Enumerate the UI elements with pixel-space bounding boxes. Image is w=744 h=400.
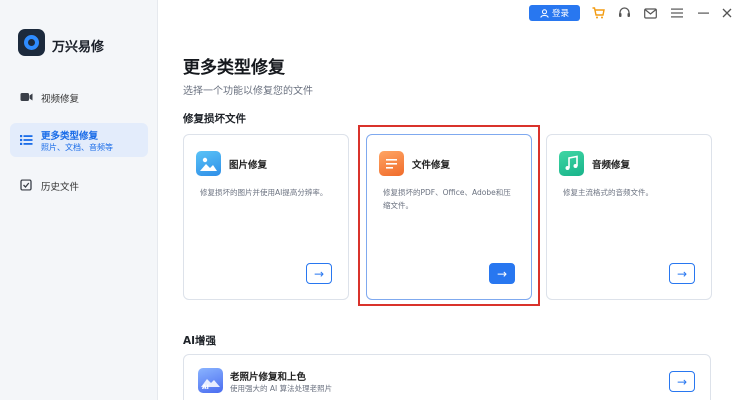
login-label: 登录 bbox=[551, 9, 569, 19]
image-icon bbox=[196, 151, 221, 176]
headset-icon[interactable] bbox=[617, 6, 631, 20]
video-camera-icon bbox=[20, 93, 33, 101]
login-button[interactable]: 登录 bbox=[529, 5, 580, 21]
sidebar-item-label: 视频修复 bbox=[41, 94, 80, 105]
ai-card-description: 使用强大的 AI 算法处理老照片 bbox=[230, 384, 333, 393]
list-icon bbox=[20, 135, 33, 145]
ai-badge: AI bbox=[202, 384, 209, 391]
old-photo-repair-card[interactable]: AI 老照片修复和上色 使用强大的 AI 算法处理老照片 → bbox=[183, 354, 711, 400]
sidebar-item-video-repair[interactable]: 视频修复 bbox=[10, 84, 148, 110]
mail-icon[interactable] bbox=[643, 6, 657, 20]
card-description: 修复损坏的图片并使用AI提高分辨率。 bbox=[200, 188, 328, 197]
close-icon[interactable] bbox=[720, 6, 734, 20]
audio-repair-arrow-button[interactable]: → bbox=[669, 263, 695, 284]
sidebar-item-label: 更多类型修复 bbox=[41, 131, 99, 142]
app-name: 万兴易修 bbox=[52, 40, 105, 55]
arrow-right-icon: → bbox=[676, 266, 688, 281]
image-repair-arrow-button[interactable]: → bbox=[306, 263, 332, 284]
minimize-icon[interactable] bbox=[696, 6, 710, 20]
user-icon bbox=[540, 8, 549, 18]
old-photo-arrow-button[interactable]: → bbox=[669, 371, 695, 392]
page-title: 更多类型修复 bbox=[183, 58, 285, 78]
sidebar-item-more-repair[interactable]: 更多类型修复 照片、文档、音频等 bbox=[10, 123, 148, 157]
audio-repair-card[interactable]: 音频修复 修复主流格式的音频文件。 → bbox=[546, 134, 712, 300]
selection-highlight-box bbox=[358, 125, 540, 306]
sidebar-item-label: 历史文件 bbox=[41, 182, 80, 193]
card-title: 图片修复 bbox=[229, 160, 268, 171]
sidebar-item-history[interactable]: 历史文件 bbox=[10, 172, 148, 198]
music-note-icon bbox=[559, 151, 584, 176]
menu-icon[interactable] bbox=[670, 6, 684, 20]
history-file-icon bbox=[20, 179, 32, 191]
app-logo bbox=[18, 29, 45, 56]
ai-card-title: 老照片修复和上色 bbox=[230, 372, 307, 383]
card-title: 音频修复 bbox=[592, 160, 631, 171]
ai-photo-icon: AI bbox=[198, 368, 223, 393]
sidebar: 万兴易修 视频修复 更多类型修复 照片、文档、音频等 历史文件 bbox=[0, 0, 158, 400]
sidebar-item-sublabel: 照片、文档、音频等 bbox=[41, 143, 113, 152]
section-title-ai: AI增强 bbox=[183, 335, 217, 347]
arrow-right-icon: → bbox=[676, 374, 688, 389]
arrow-right-icon: → bbox=[313, 266, 325, 281]
section-title-repair: 修复损坏文件 bbox=[183, 113, 246, 125]
card-description: 修复主流格式的音频文件。 bbox=[563, 188, 653, 197]
cart-icon[interactable] bbox=[591, 6, 605, 20]
page-subtitle: 选择一个功能以修复您的文件 bbox=[183, 86, 313, 97]
image-repair-card[interactable]: 图片修复 修复损坏的图片并使用AI提高分辨率。 → bbox=[183, 134, 349, 300]
